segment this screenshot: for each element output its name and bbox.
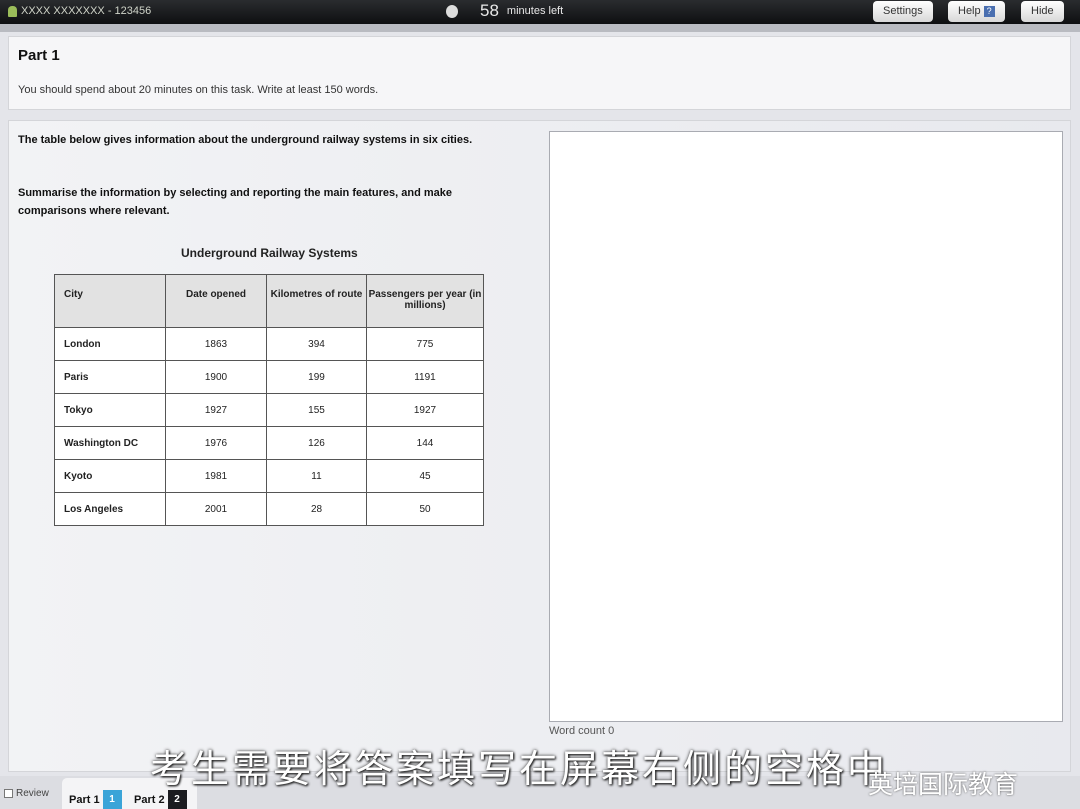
watermark: 英培国际教育 bbox=[868, 770, 1019, 799]
table-row: Tokyo 1927 155 1927 bbox=[54, 393, 484, 427]
cell-date: 2001 bbox=[165, 492, 267, 526]
video-caption: 考生需要将答案填写在屏幕右侧的空格中 bbox=[150, 747, 889, 791]
header-km: Kilometres of route bbox=[266, 274, 367, 328]
review-label: Review bbox=[16, 788, 49, 799]
cell-date: 1927 bbox=[165, 393, 267, 427]
table-row: Kyoto 1981 11 45 bbox=[54, 459, 484, 493]
part-title: Part 1 bbox=[18, 47, 60, 64]
task-area: The table below gives information about … bbox=[8, 120, 1071, 772]
table-header-row: City Date opened Kilometres of route Pas… bbox=[54, 274, 484, 328]
table-row: Paris 1900 199 1191 bbox=[54, 360, 484, 394]
data-table: City Date opened Kilometres of route Pas… bbox=[54, 274, 484, 526]
cell-city: Tokyo bbox=[54, 393, 166, 427]
candidate-name: XXXX XXXXXXX - 123456 bbox=[21, 5, 152, 17]
header-passengers: Passengers per year (in millions) bbox=[366, 274, 484, 328]
minutes-label: minutes left bbox=[506, 5, 564, 17]
cell-passengers: 45 bbox=[366, 459, 484, 493]
part-header: Part 1 You should spend about 20 minutes… bbox=[8, 36, 1071, 110]
clock-icon bbox=[446, 4, 458, 18]
table-row: London 1863 394 775 bbox=[54, 327, 484, 361]
cell-city: Kyoto bbox=[54, 459, 166, 493]
cell-date: 1900 bbox=[165, 360, 267, 394]
header-city: City bbox=[54, 274, 166, 328]
checkbox-icon[interactable] bbox=[4, 789, 13, 798]
part1-label: Part 1 bbox=[69, 793, 100, 806]
top-bar: XXXX XXXXXXX - 123456 58 minutes left Set… bbox=[0, 0, 1080, 24]
cell-km: 394 bbox=[266, 327, 367, 361]
prompt-task: Summarise the information by selecting a… bbox=[18, 187, 452, 217]
header-date: Date opened bbox=[165, 274, 267, 328]
answer-textarea[interactable] bbox=[549, 131, 1063, 722]
divider bbox=[0, 24, 1080, 32]
hide-button[interactable]: Hide bbox=[1021, 1, 1064, 22]
table-row: Washington DC 1976 126 144 bbox=[54, 426, 484, 460]
cell-passengers: 1927 bbox=[366, 393, 484, 427]
minutes-left: 58 bbox=[480, 1, 499, 20]
cell-passengers: 1191 bbox=[366, 360, 484, 394]
help-button[interactable]: Help? bbox=[948, 1, 1005, 22]
cell-date: 1981 bbox=[165, 459, 267, 493]
review-checkbox[interactable]: Review bbox=[4, 788, 49, 799]
word-count-label: Word count bbox=[549, 725, 606, 737]
settings-button[interactable]: Settings bbox=[873, 1, 933, 22]
cell-km: 155 bbox=[266, 393, 367, 427]
user-icon bbox=[8, 5, 17, 17]
timer: 58 minutes left bbox=[446, 1, 563, 21]
candidate-info: XXXX XXXXXXX - 123456 bbox=[8, 5, 151, 17]
help-label: Help bbox=[958, 5, 981, 17]
prompt-description: The table below gives information about … bbox=[18, 134, 473, 146]
cell-city: Paris bbox=[54, 360, 166, 394]
help-icon: ? bbox=[983, 6, 995, 17]
table-row: Los Angeles 2001 28 50 bbox=[54, 492, 484, 526]
cell-date: 1976 bbox=[165, 426, 267, 460]
word-count-value: 0 bbox=[608, 725, 615, 737]
cell-city: Los Angeles bbox=[54, 492, 166, 526]
table-title: Underground Railway Systems bbox=[181, 246, 358, 260]
part1-badge: 1 bbox=[102, 790, 122, 809]
cell-km: 199 bbox=[266, 360, 367, 394]
cell-date: 1863 bbox=[165, 327, 267, 361]
part2-label: Part 2 bbox=[134, 793, 165, 806]
cell-city: London bbox=[54, 327, 166, 361]
word-count: Word count 0 bbox=[549, 725, 614, 737]
cell-km: 11 bbox=[266, 459, 367, 493]
cell-km: 126 bbox=[266, 426, 367, 460]
part-instruction: You should spend about 20 minutes on thi… bbox=[18, 84, 379, 96]
cell-km: 28 bbox=[266, 492, 367, 526]
tab-part-1[interactable]: Part 11 bbox=[69, 790, 122, 809]
cell-city: Washington DC bbox=[54, 426, 166, 460]
cell-passengers: 50 bbox=[366, 492, 484, 526]
cell-passengers: 144 bbox=[366, 426, 484, 460]
cell-passengers: 775 bbox=[366, 327, 484, 361]
